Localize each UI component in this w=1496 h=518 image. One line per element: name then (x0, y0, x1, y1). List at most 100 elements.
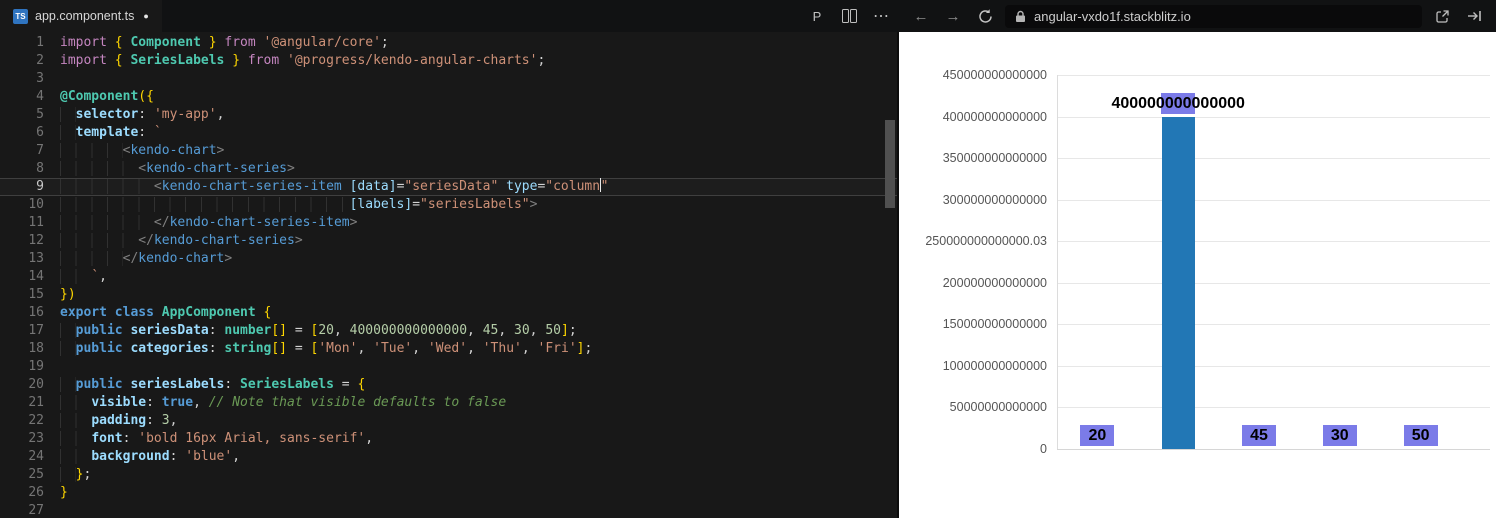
code-line[interactable]: 9 <kendo-chart-series-item [data]="serie… (0, 178, 897, 196)
back-button[interactable]: ← (909, 4, 933, 28)
code-token: seriesData (130, 323, 209, 338)
open-in-new-window-button[interactable] (1430, 4, 1454, 28)
line-number[interactable]: 21 (0, 394, 44, 412)
code-line[interactable]: 25 }; (0, 466, 897, 484)
code-token: template (75, 125, 139, 140)
more-actions-button[interactable]: ⋯ (869, 4, 893, 28)
line-number[interactable]: 2 (0, 52, 44, 70)
open-preview-pane-button[interactable] (1462, 4, 1486, 28)
code-token: </ (138, 233, 154, 248)
code-line[interactable]: 24 background: 'blue', (0, 448, 897, 466)
line-number[interactable]: 15 (0, 286, 44, 304)
line-number[interactable]: 11 (0, 214, 44, 232)
code-token: , (521, 341, 538, 356)
line-number[interactable]: 5 (0, 106, 44, 124)
gridline (1057, 449, 1490, 450)
line-number[interactable]: 18 (0, 340, 44, 358)
line-number[interactable]: 13 (0, 250, 44, 268)
line-number[interactable]: 16 (0, 304, 44, 322)
gridline (1057, 199, 1490, 201)
code-text: export class AppComponent { (44, 304, 271, 322)
code-line[interactable]: 10 [labels]="seriesLabels"> (0, 196, 897, 214)
code-text: </kendo-chart-series-item> (44, 214, 357, 232)
code-token (60, 251, 123, 266)
code-line[interactable]: 7 <kendo-chart> (0, 142, 897, 160)
code-line[interactable]: 16 export class AppComponent { (0, 304, 897, 322)
code-text: selector: 'my-app', (44, 106, 224, 124)
code-line[interactable]: 12 </kendo-chart-series> (0, 232, 897, 250)
line-number[interactable]: 17 (0, 322, 44, 340)
code-line[interactable]: 19 (0, 358, 897, 376)
code-line[interactable]: 13 </kendo-chart> (0, 250, 897, 268)
line-number[interactable]: 20 (0, 376, 44, 394)
line-number[interactable]: 3 (0, 70, 44, 88)
code-token: , (333, 323, 350, 338)
code-token: { (357, 377, 366, 392)
code-line[interactable]: 8 <kendo-chart-series> (0, 160, 897, 178)
code-line[interactable]: 5 selector: 'my-app', (0, 106, 897, 124)
unsaved-changes-indicator: ● (143, 11, 149, 21)
split-editor-button[interactable] (837, 4, 861, 28)
refresh-button[interactable] (973, 4, 997, 28)
line-number[interactable]: 6 (0, 124, 44, 142)
code-line[interactable]: 23 font: 'bold 16px Arial, sans-serif', (0, 430, 897, 448)
line-number[interactable]: 19 (0, 358, 44, 376)
gridline (1057, 75, 1490, 76)
y-axis-tick-label: 50000000000000 (949, 400, 1047, 415)
forward-button[interactable]: → (941, 4, 965, 28)
series-label-text: 50 (1411, 426, 1430, 444)
code-line[interactable]: 26} (0, 484, 897, 502)
editor-scrollbar[interactable] (885, 120, 895, 208)
chart-bar[interactable] (1161, 117, 1195, 449)
code-line[interactable]: 27 (0, 502, 897, 518)
code-token: public (75, 377, 123, 392)
code-token: , (498, 323, 515, 338)
code-text: }) (44, 286, 76, 304)
code-line[interactable]: 22 padding: 3, (0, 412, 897, 430)
code-token: kendo-chart (130, 143, 217, 158)
arrow-to-bar-icon (1467, 11, 1481, 21)
code-line[interactable]: 1 import { Component } from '@angular/cor… (0, 34, 897, 52)
code-token (60, 215, 154, 230)
code-line[interactable]: 18 public categories: string[] = ['Mon',… (0, 340, 897, 358)
code-line[interactable]: 3 (0, 70, 897, 88)
line-number[interactable]: 24 (0, 448, 44, 466)
code-editor[interactable]: 1 import { Component } from '@angular/cor… (0, 32, 897, 518)
code-token: </ (153, 215, 170, 230)
code-line[interactable]: 2 import { SeriesLabels } from '@progress… (0, 52, 897, 70)
line-number[interactable]: 27 (0, 502, 44, 518)
tab-app-component-ts[interactable]: TS app.component.ts ● (0, 0, 162, 32)
code-line[interactable]: 4 @Component({ (0, 88, 897, 106)
line-number[interactable]: 12 (0, 232, 44, 250)
line-number[interactable]: 9 (0, 178, 44, 196)
code-line[interactable]: 17 public seriesData: number[] = [20, 40… (0, 322, 897, 340)
code-token: kendo-chart-series-item (169, 215, 350, 230)
line-number[interactable]: 14 (0, 268, 44, 286)
gridline (1057, 158, 1490, 160)
line-number[interactable]: 8 (0, 160, 44, 178)
line-number[interactable]: 22 (0, 412, 44, 430)
code-token: < (138, 161, 147, 176)
url-bar[interactable]: angular-vxdo1f.stackblitz.io (1005, 4, 1422, 28)
line-number[interactable]: 25 (0, 466, 44, 484)
line-number[interactable]: 1 (0, 34, 44, 52)
prettier-button[interactable]: P (805, 4, 829, 28)
code-token: < (153, 179, 162, 194)
code-line[interactable]: 14 `, (0, 268, 897, 286)
code-line[interactable]: 11 </kendo-chart-series-item> (0, 214, 897, 232)
code-token: [labels] (349, 197, 413, 212)
main-split: 1 import { Component } from '@angular/cor… (0, 32, 1496, 518)
code-line[interactable]: 20 public seriesLabels: SeriesLabels = { (0, 376, 897, 394)
code-line[interactable]: 21 visible: true, // Note that visible d… (0, 394, 897, 412)
code-line[interactable]: 6 template: ` (0, 124, 897, 142)
code-token: 'Thu' (482, 341, 522, 356)
line-number[interactable]: 4 (0, 88, 44, 106)
line-number[interactable]: 10 (0, 196, 44, 214)
line-number[interactable]: 7 (0, 142, 44, 160)
line-number[interactable]: 23 (0, 430, 44, 448)
code-line[interactable]: 15}) (0, 286, 897, 304)
line-number[interactable]: 26 (0, 484, 44, 502)
